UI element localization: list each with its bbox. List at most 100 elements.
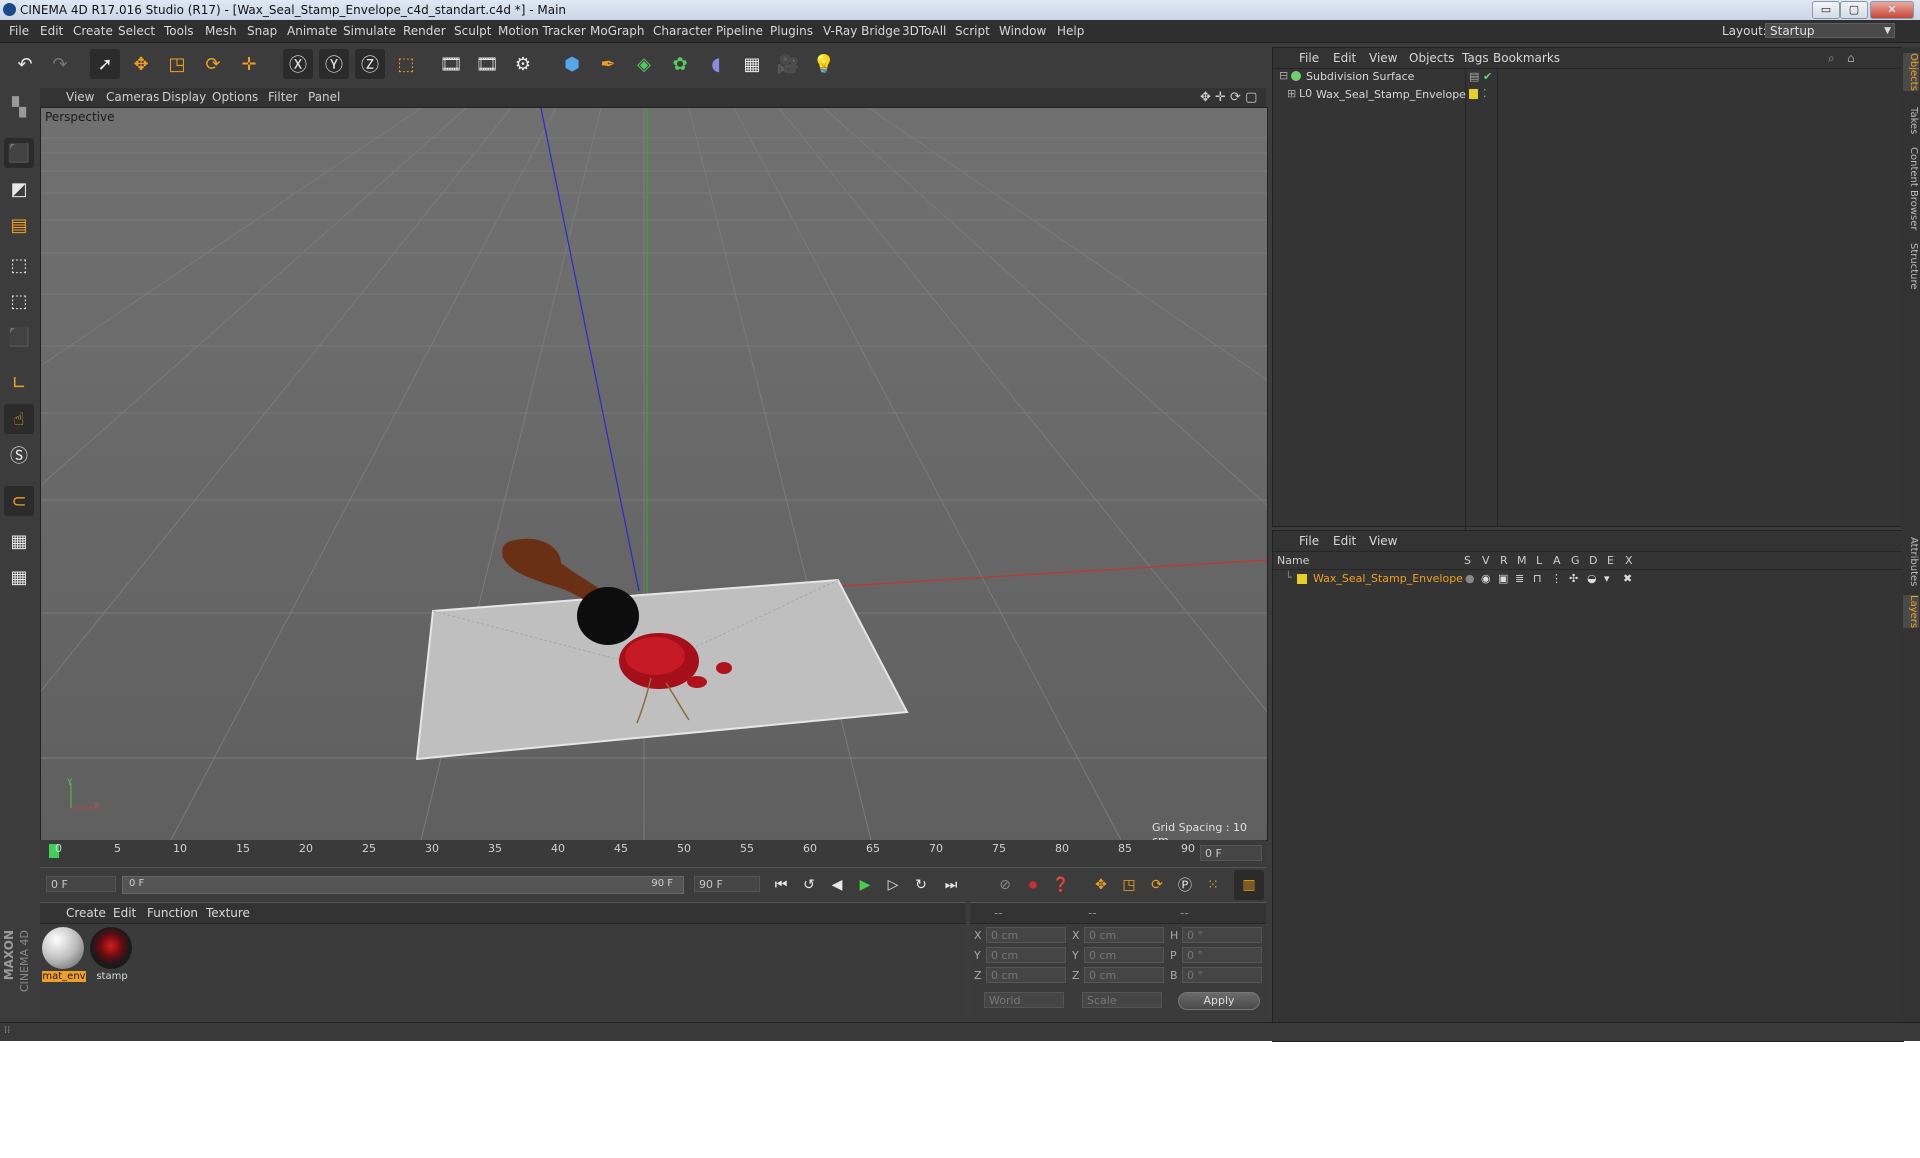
tab-content-browser[interactable]: Content Browser [1903,147,1919,230]
layer-color-swatch[interactable] [1297,574,1307,584]
objects-menu-edit[interactable]: Edit [1333,48,1356,68]
tab-layers[interactable]: Layers [1903,595,1919,629]
layer-col-xref[interactable]: X [1625,554,1633,567]
play-icon[interactable]: ▶ [850,870,880,900]
maximize-button[interactable]: ▢ [1840,1,1868,19]
menu-mesh[interactable]: Mesh [205,20,237,42]
layer-col-view[interactable]: V [1482,554,1490,567]
tab-objects[interactable]: Objects [1903,53,1919,91]
animation-icon[interactable]: ⋮ [1551,572,1562,585]
viewport-menu-filter[interactable]: Filter [268,88,298,107]
layer-col-deformers[interactable]: D [1589,554,1597,567]
x-axis-icon[interactable]: Ⓧ [283,49,313,79]
key-rotation-icon[interactable]: ⟳ [1142,870,1172,900]
material-item[interactable]: mat_env [42,927,86,987]
material-item[interactable]: stamp [90,927,134,987]
viewport-menu-panel[interactable]: Panel [308,88,340,107]
solo-icon[interactable]: ● [1465,572,1475,585]
visibility-dots-icon[interactable]: ⁚ [1483,87,1487,100]
visibility-toggle-icon[interactable]: ▤ [1469,70,1479,83]
workplane-icon[interactable]: ▤ [4,210,34,240]
snap-icon[interactable]: Ⓢ [4,440,34,470]
rotation-p-field[interactable]: 0 ° [1182,947,1262,963]
frame-range-slider[interactable]: 0 F 90 F [122,876,684,894]
undo-icon[interactable]: ↶ [10,49,40,79]
material-menu-function[interactable]: Function [147,903,198,923]
rotate-icon[interactable]: ⟳ [198,49,228,79]
auto-key-icon[interactable]: ⏺ [1018,870,1048,900]
objects-menu-view[interactable]: View [1369,48,1397,68]
close-button[interactable]: ✕ [1870,1,1914,19]
menu-help[interactable]: Help [1057,20,1084,42]
minimize-button[interactable]: ▭ [1812,1,1840,19]
rotation-h-field[interactable]: 0 ° [1182,927,1262,943]
search-icon[interactable]: ⌕ [1828,48,1835,68]
menu-render[interactable]: Render [403,20,446,42]
key-position-icon[interactable]: ✥ [1086,870,1116,900]
previous-frame-icon[interactable]: ◀ [822,870,852,900]
timeline-ruler[interactable]: 0 5 10 15 20 25 30 35 40 45 50 55 60 65 … [40,840,1266,868]
menu-plugins[interactable]: Plugins [770,20,813,42]
apply-button[interactable]: Apply [1178,992,1260,1010]
layer-col-generators[interactable]: G [1571,554,1580,567]
layer-col-manager[interactable]: M [1517,554,1527,567]
layers-menu-view[interactable]: View [1369,531,1397,551]
expand-icon[interactable]: ⊞ [1287,87,1296,100]
layer-col-expressions[interactable]: E [1607,554,1614,567]
xref-icon[interactable]: ✖ [1623,572,1632,585]
object-row[interactable]: ⊞ L0 Wax_Seal_Stamp_Envelope ⁚ [1273,86,1903,104]
collapse-icon[interactable]: ⊟ [1279,69,1288,82]
viewport-menu-view[interactable]: View [66,88,94,107]
make-editable-icon[interactable]: ▚ [4,92,34,122]
menu-motion-tracker[interactable]: Motion Tracker [498,20,586,42]
menu-character[interactable]: Character [653,20,712,42]
start-frame-field[interactable]: 0 F [46,876,116,892]
select-arrow-icon[interactable]: ➚ [90,49,120,79]
menu-snap[interactable]: Snap [247,20,277,42]
model-mode-icon[interactable]: ⬛ [4,138,34,168]
menu-animate[interactable]: Animate [287,20,337,42]
menu-mograph[interactable]: MoGraph [590,20,645,42]
tab-attributes[interactable]: Attributes [1903,537,1919,586]
subdivision-icon[interactable]: ◈ [629,49,659,79]
position-x-field[interactable]: 0 cm [986,927,1066,943]
render-settings-icon[interactable]: ⚙ [508,49,538,79]
layout-select[interactable]: Startup ▼ [1765,23,1895,38]
menu-tools[interactable]: Tools [164,20,194,42]
layer-color-swatch[interactable] [1469,89,1478,99]
generator-icon[interactable]: ✣ [1569,572,1578,585]
next-frame-icon[interactable]: ▷ [878,870,908,900]
y-axis-icon[interactable]: Ⓨ [319,49,349,79]
timeline-window-icon[interactable]: ▥ [1234,870,1264,900]
end-frame-field[interactable]: 90 F [694,876,760,892]
current-frame-field[interactable]: 0 F [1200,845,1262,861]
render-icon[interactable]: ▣ [1498,572,1508,585]
key-pla-icon[interactable]: ⁙ [1198,870,1228,900]
menu-script[interactable]: Script [955,20,990,42]
rotation-b-field[interactable]: 0 ° [1182,967,1262,983]
key-scale-icon[interactable]: ◳ [1114,870,1144,900]
polygons-mode-icon[interactable]: ⬛ [4,322,34,352]
scale-icon[interactable]: ◳ [162,49,192,79]
tab-takes[interactable]: Takes [1903,107,1919,134]
lock-icon[interactable]: ⊓ [1533,572,1542,585]
size-x-field[interactable]: 0 cm [1084,927,1164,943]
viewport-menu-cameras[interactable]: Cameras [106,88,159,107]
position-y-field[interactable]: 0 cm [986,947,1066,963]
objects-menu-bookmarks[interactable]: Bookmarks [1493,48,1560,68]
planar-workplane-icon[interactable]: ▦ [4,562,34,592]
key-parameter-icon[interactable]: Ⓟ [1170,870,1200,900]
home-icon[interactable]: ⌂ [1847,48,1855,68]
menu-sculpt[interactable]: Sculpt [454,20,491,42]
object-row[interactable]: ⊟ Subdivision Surface ▤ ✔ [1273,68,1903,546]
next-key-icon[interactable]: ↻ [906,870,936,900]
layers-menu-file[interactable]: File [1299,531,1319,551]
z-axis-icon[interactable]: Ⓩ [355,49,385,79]
light-icon[interactable]: 💡 [809,49,839,79]
tweak-mode-icon[interactable]: ☝ [4,404,34,434]
position-z-field[interactable]: 0 cm [986,967,1066,983]
material-menu-texture[interactable]: Texture [206,903,250,923]
deformer-icon[interactable]: ◖ [701,49,731,79]
previous-key-icon[interactable]: ↺ [794,870,824,900]
coord-system-select[interactable]: World [984,992,1064,1008]
